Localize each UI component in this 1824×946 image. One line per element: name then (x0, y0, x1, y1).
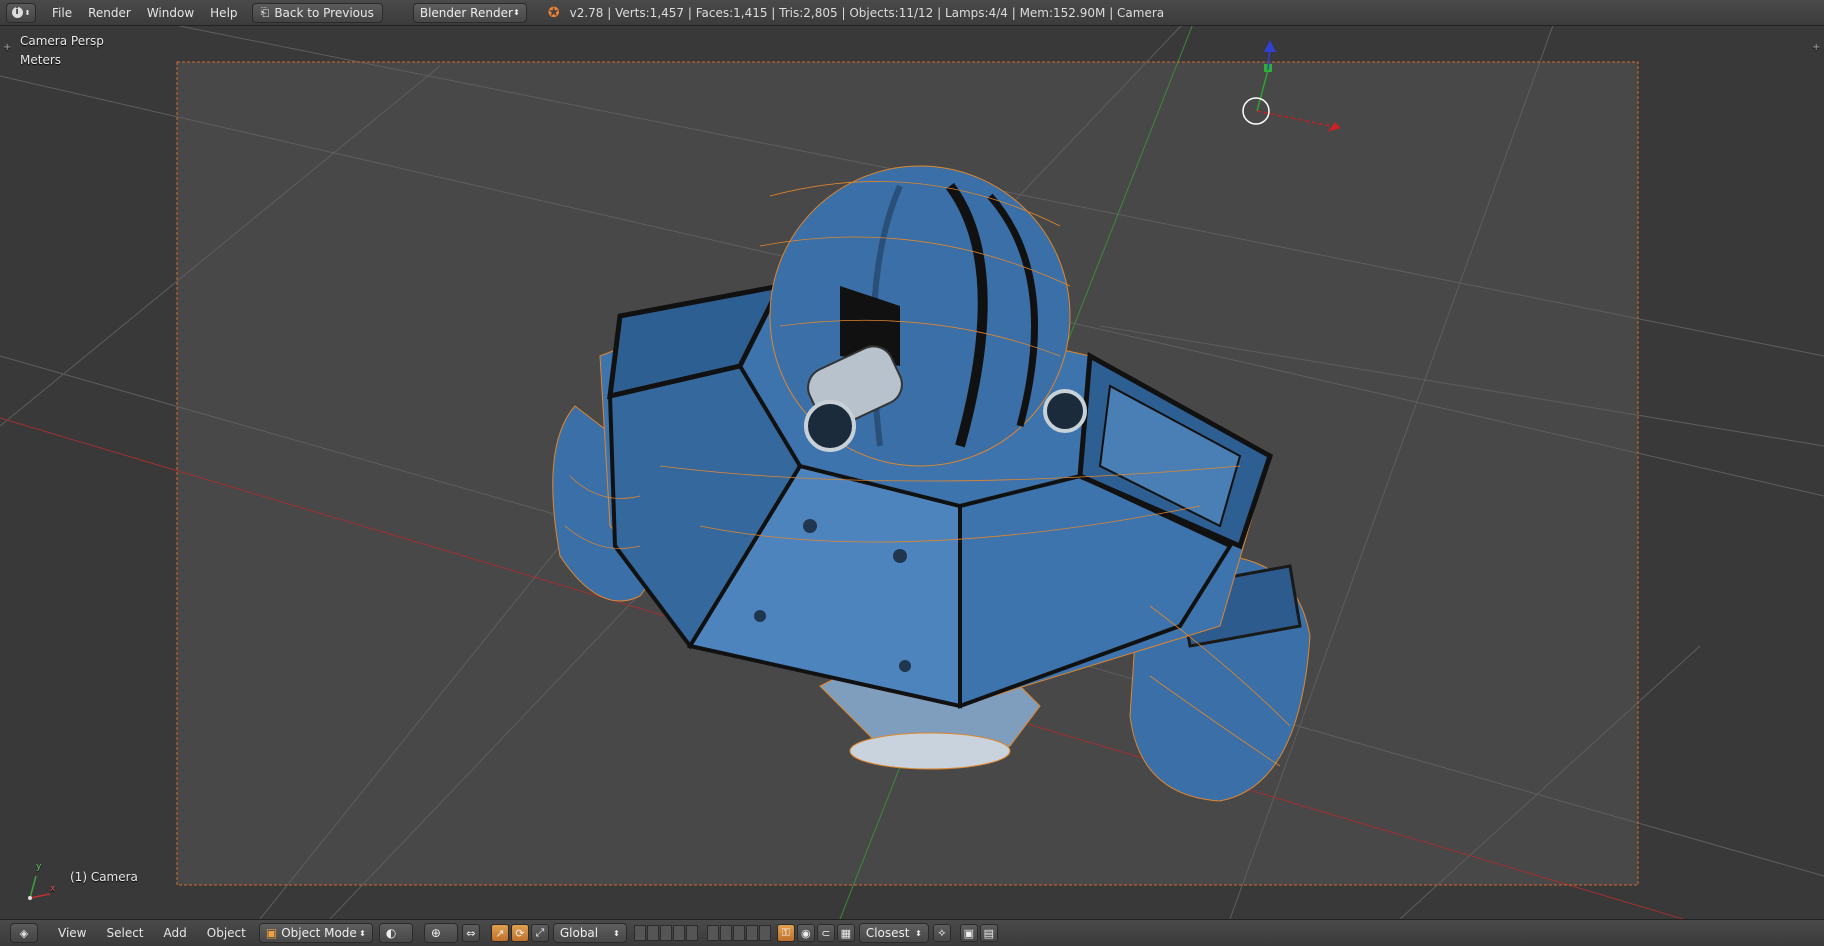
chevron-updown-icon: ⬍ (915, 928, 922, 938)
back-to-previous-label: Back to Previous (274, 5, 374, 20)
view-name-label: Camera Persp (20, 34, 104, 48)
manipulator-icon: ⇔ (466, 926, 476, 940)
proportional-circle-icon: ◉ (801, 926, 811, 940)
snap-toggle-button[interactable]: ⊂ (816, 924, 835, 942)
pivot-icon: ⊕ (430, 926, 441, 940)
chevron-updown-icon: ⬍ (24, 8, 31, 17)
viewport-shading-select[interactable]: ◐ (378, 923, 413, 943)
region-expand-right-icon[interactable]: + (1812, 42, 1820, 53)
opengl-render-animation-button[interactable]: ▤ (979, 924, 998, 942)
rotate-manipulator-button[interactable]: ⟳ (510, 924, 529, 942)
gizmo-y-label: y (36, 862, 42, 872)
blender-logo-icon: ✪ (547, 4, 560, 21)
scale-icon: ⤢ (535, 926, 545, 939)
units-label: Meters (20, 53, 62, 67)
manipulator-toggle-button[interactable]: ⇔ (461, 924, 480, 942)
viewport-canvas (0, 26, 1824, 919)
menu-select[interactable]: Select (96, 926, 153, 940)
transform-orientation-select[interactable]: Global ⬍ (552, 923, 627, 943)
render-engine-value: Blender Render (419, 5, 513, 20)
shading-sphere-icon: ◐ (385, 926, 397, 940)
lock-icon: ⚿ (781, 926, 791, 939)
menu-file[interactable]: File (44, 6, 80, 20)
back-screen-icon: ⎗ (260, 5, 270, 19)
orientation-value: Global (559, 926, 599, 940)
snap-align-rotation-button[interactable]: ⟡ (932, 924, 951, 942)
magnet-icon: ⊂ (821, 926, 831, 940)
menu-add[interactable]: Add (154, 926, 197, 940)
menu-render[interactable]: Render (80, 6, 139, 20)
editor-type-3d-view-button[interactable]: ◈ (10, 923, 38, 943)
render-engine-select[interactable]: Blender Render ⬍ (412, 2, 527, 23)
3d-view-header: ◈ View Select Add Object ▣ Object Mode ⬍… (0, 919, 1824, 946)
3d-viewport[interactable]: Camera Persp Meters (1) Camera y x + + (0, 26, 1824, 919)
menu-object[interactable]: Object (197, 926, 256, 940)
view-axis-gizmo (28, 875, 51, 900)
back-to-previous-button[interactable]: ⎗ Back to Previous (251, 2, 383, 23)
cube-view-icon: ◈ (19, 926, 29, 940)
region-expand-left-icon[interactable]: + (3, 42, 11, 53)
scale-manipulator-button[interactable]: ⤢ (530, 924, 549, 942)
layer-buttons-group-1[interactable] (633, 925, 699, 941)
snap-target-select[interactable]: Closest ⬍ (858, 923, 929, 943)
layer-buttons-group-2[interactable] (706, 925, 772, 941)
info-icon: i (11, 7, 23, 18)
menu-window[interactable]: Window (139, 6, 202, 20)
align-rotation-icon: ⟡ (938, 926, 946, 939)
chevron-updown-icon: ⬍ (513, 8, 520, 17)
scene-statistics: v2.78 | Verts:1,457 | Faces:1,415 | Tris… (569, 5, 1165, 20)
editor-type-info-button[interactable]: i ⬍ (6, 2, 36, 23)
object-mode-cube-icon: ▣ (265, 926, 278, 940)
opengl-render-image-button[interactable]: ▣ (959, 924, 978, 942)
snap-target-value: Closest (865, 926, 910, 940)
translate-manipulator-button[interactable]: ↗ (490, 924, 509, 942)
menu-view[interactable]: View (48, 926, 96, 940)
object-mode-value: Object Mode (281, 926, 357, 940)
chevron-updown-icon: ⬍ (359, 928, 366, 938)
camera-render-icon: ▣ (963, 926, 975, 940)
snap-element-button[interactable]: ▦ (836, 924, 855, 942)
chevron-updown-icon: ⬍ (613, 928, 620, 938)
rotate-arc-icon: ⟳ (515, 926, 525, 940)
active-object-label: (1) Camera (70, 870, 138, 884)
menu-help[interactable]: Help (202, 6, 245, 20)
gizmo-x-label: x (50, 884, 56, 894)
interaction-mode-select[interactable]: ▣ Object Mode ⬍ (258, 923, 373, 943)
pivot-point-select[interactable]: ⊕ (423, 923, 458, 943)
lock-layers-button[interactable]: ⚿ (776, 924, 795, 942)
translate-arrow-icon: ↗ (495, 926, 505, 940)
clapper-icon: ▤ (983, 926, 995, 940)
proportional-edit-button[interactable]: ◉ (796, 924, 815, 942)
snap-element-icon: ▦ (840, 926, 852, 940)
info-header: i ⬍ File Render Window Help ⎗ Back to Pr… (0, 0, 1824, 26)
